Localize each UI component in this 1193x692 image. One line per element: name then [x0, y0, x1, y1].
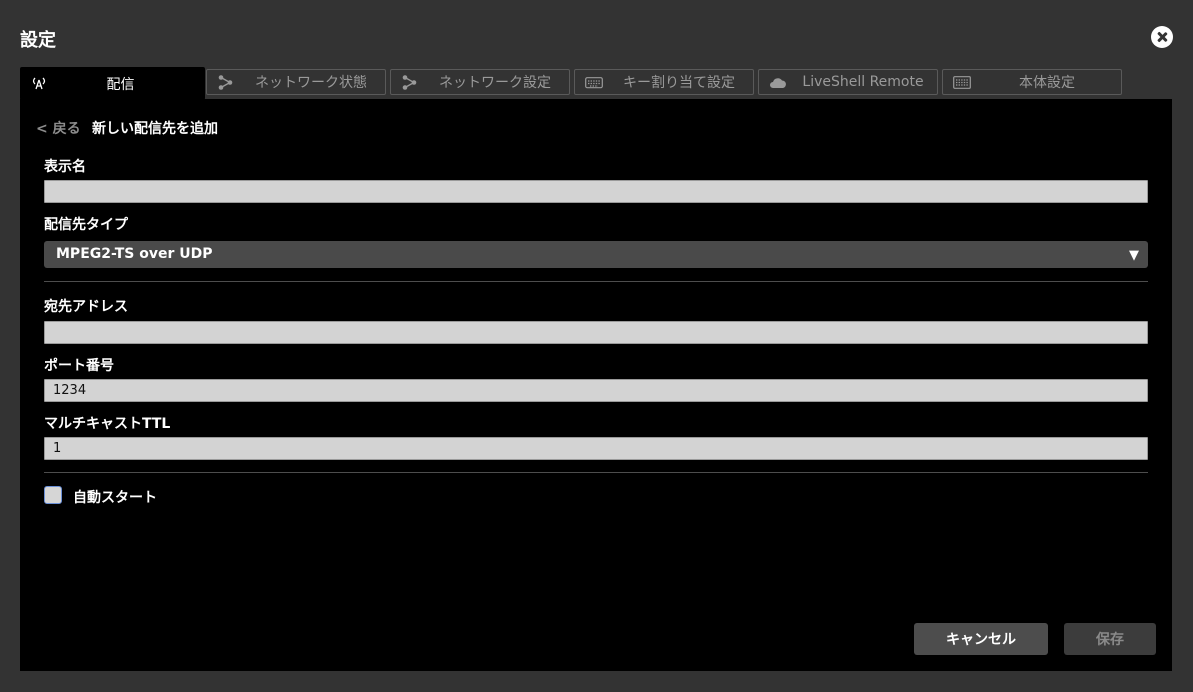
keyboard-icon [585, 77, 603, 89]
dest-address-label: 宛先アドレス [44, 299, 128, 315]
dest-address-input[interactable] [44, 321, 1148, 344]
tab-network-settings[interactable]: ネットワーク設定 [390, 69, 570, 95]
dialog-title: 設定 [20, 30, 56, 51]
divider [44, 281, 1148, 282]
cancel-button[interactable]: キャンセル [914, 623, 1048, 655]
section-title: 新しい配信先を追加 [92, 121, 218, 137]
dest-type-select[interactable]: MPEG2-TS over UDP ▼ [44, 241, 1148, 268]
port-input[interactable]: 1234 [44, 379, 1148, 402]
tab-label: LiveShell Remote [802, 74, 924, 90]
tab-label: ネットワーク設定 [439, 75, 551, 91]
back-link[interactable]: < 戻る [36, 118, 81, 138]
divider [44, 472, 1148, 473]
auto-start-label: 自動スタート [73, 490, 157, 506]
cloud-icon [770, 78, 786, 88]
share-icon [402, 75, 417, 90]
dropdown-arrow-icon: ▼ [1129, 248, 1139, 263]
device-icon [953, 76, 971, 89]
multicast-ttl-label: マルチキャストTTL [44, 416, 171, 432]
port-label: ポート番号 [44, 358, 114, 374]
share-icon [218, 75, 233, 90]
tab-device-settings[interactable]: 本体設定 [942, 69, 1122, 95]
tab-label: 本体設定 [1019, 75, 1075, 91]
tab-network-status[interactable]: ネットワーク状態 [206, 69, 386, 95]
close-icon[interactable] [1151, 26, 1173, 48]
auto-start-checkbox[interactable] [44, 486, 62, 504]
dest-type-value: MPEG2-TS over UDP [56, 246, 213, 262]
display-name-input[interactable] [44, 180, 1148, 203]
tab-liveshell-remote[interactable]: LiveShell Remote [758, 69, 938, 95]
save-button[interactable]: 保存 [1064, 623, 1156, 655]
settings-panel: < 戻る 新しい配信先を追加 表示名 配信先タイプ MPEG2-TS over … [20, 99, 1172, 671]
tab-broadcast[interactable]: 配信 [20, 67, 205, 100]
display-name-label: 表示名 [44, 159, 86, 175]
multicast-ttl-input[interactable]: 1 [44, 437, 1148, 460]
tab-label: ネットワーク状態 [255, 75, 367, 91]
tab-label: 配信 [106, 76, 135, 93]
dest-type-label: 配信先タイプ [44, 217, 128, 233]
tab-key-assign[interactable]: キー割り当て設定 [574, 69, 754, 95]
tab-label: キー割り当て設定 [623, 75, 735, 91]
